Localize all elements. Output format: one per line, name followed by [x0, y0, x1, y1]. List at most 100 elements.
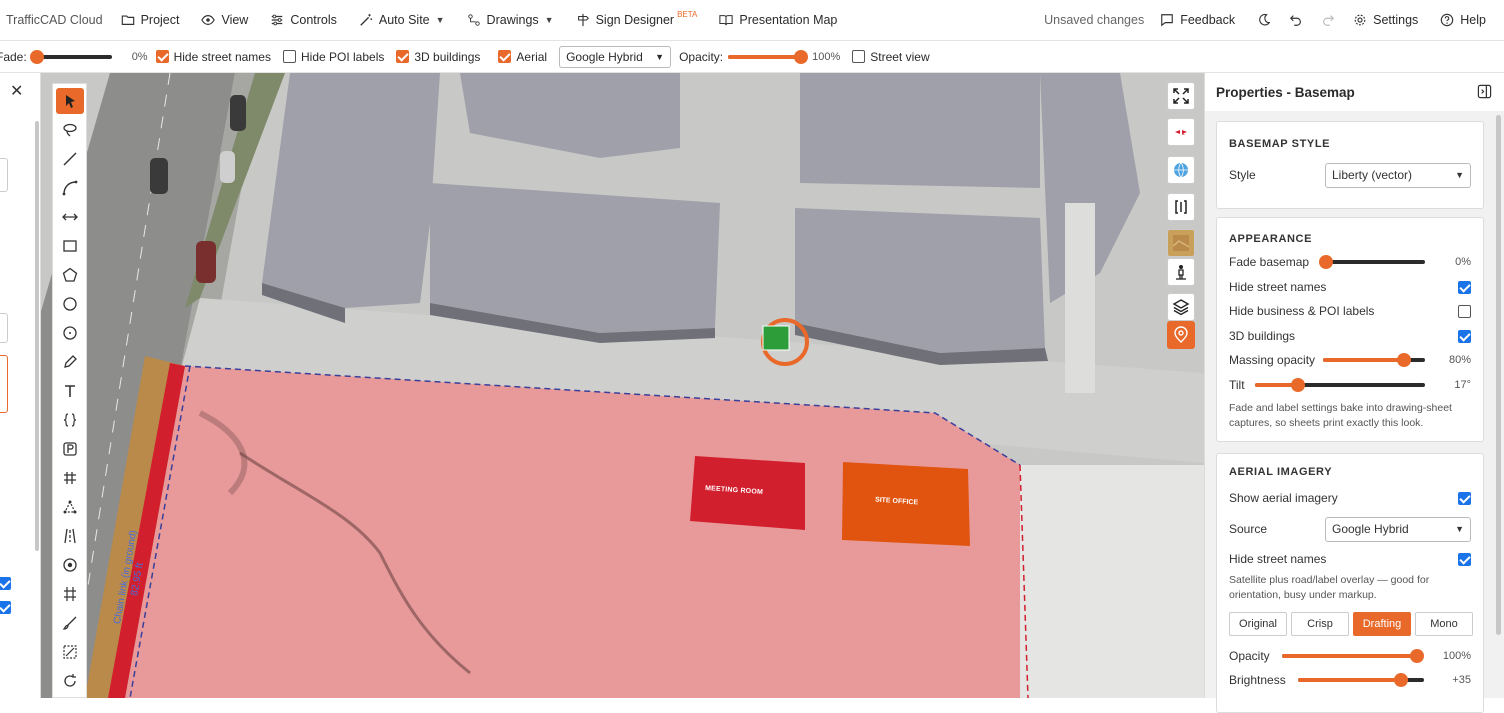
massing-opacity-knob[interactable]	[1397, 353, 1412, 367]
arc-tool[interactable]	[56, 175, 84, 201]
aerial-map-image[interactable]	[0, 73, 1204, 698]
drawing-toolbar	[52, 83, 87, 698]
rotate-tool[interactable]	[56, 668, 84, 694]
settings-label: Settings	[1373, 13, 1419, 27]
menu-presentation-map[interactable]: Presentation Map	[719, 13, 837, 27]
feedback-button[interactable]: Feedback	[1160, 13, 1235, 27]
brush-tool[interactable]	[56, 610, 84, 636]
vertex-tool[interactable]	[56, 494, 84, 520]
brightness-slider[interactable]	[1297, 673, 1424, 687]
opacity-slider-knob[interactable]	[794, 49, 809, 64]
fade-basemap-knob[interactable]	[1319, 255, 1334, 269]
brightness-knob[interactable]	[1393, 673, 1408, 687]
help-button[interactable]: Help	[1440, 13, 1486, 27]
menu-view[interactable]: View	[201, 13, 248, 27]
split-view-button[interactable]	[1167, 193, 1195, 221]
text-tool[interactable]	[56, 378, 84, 404]
menu-drawings[interactable]: Drawings ▼	[467, 13, 554, 27]
pentagon-icon	[62, 267, 78, 282]
aerial-opacity-knob[interactable]	[1409, 649, 1424, 663]
street-view-button[interactable]	[1167, 258, 1195, 286]
aerial-opacity-row: Opacity 100%	[1229, 649, 1471, 663]
hide-poi-row: Hide business & POI labels	[1229, 304, 1471, 318]
show-aerial-checkbox[interactable]	[1458, 491, 1471, 505]
variable-tool[interactable]	[56, 407, 84, 433]
track-tool[interactable]	[56, 581, 84, 607]
checkbox-box[interactable]	[498, 50, 512, 63]
3d-buildings-checkbox[interactable]	[1458, 329, 1471, 343]
preset-mono[interactable]: Mono	[1415, 612, 1473, 636]
preset-crisp[interactable]: Crisp	[1291, 612, 1349, 636]
checkbox-box[interactable]	[282, 50, 296, 63]
target-tool[interactable]	[56, 552, 84, 578]
aerial-checkbox[interactable]: Aerial	[498, 50, 547, 64]
layers-button[interactable]	[1167, 293, 1195, 321]
opacity-slider-fill	[728, 54, 805, 59]
show-aerial-label: Show aerial imagery	[1229, 491, 1338, 505]
sign-p-icon	[63, 442, 77, 456]
checkbox-box[interactable]	[396, 50, 410, 63]
menu-sign-designer-label: Sign Designer	[595, 13, 675, 27]
location-button[interactable]	[1167, 321, 1195, 349]
hatch-tool[interactable]	[56, 465, 84, 491]
sign-tool[interactable]	[56, 436, 84, 462]
style-select[interactable]: Liberty (vector) ▼	[1325, 162, 1471, 188]
3d-buildings-checkbox[interactable]: 3D buildings	[396, 50, 480, 64]
polygon-tool[interactable]	[56, 262, 84, 288]
preset-original[interactable]: Original	[1229, 612, 1287, 636]
menu-controls[interactable]: Controls	[270, 13, 337, 27]
aerial-source-select[interactable]: Google Hybrid ▼	[559, 45, 672, 68]
left-panel-scrollbar[interactable]	[35, 121, 39, 551]
pencil-tool[interactable]	[56, 349, 84, 375]
opacity-slider[interactable]	[728, 49, 809, 64]
dimension-tool[interactable]	[56, 204, 84, 230]
properties-title: Properties - Basemap	[1216, 84, 1355, 100]
hide-street-names-checkbox[interactable]: Hide street names	[155, 50, 271, 64]
close-icon[interactable]: ✕	[10, 81, 23, 101]
checkbox-box[interactable]	[852, 50, 866, 63]
rectangle-tool[interactable]	[56, 233, 84, 259]
settings-button[interactable]: Settings	[1353, 13, 1418, 27]
checkbox-box[interactable]	[0, 601, 11, 614]
menu-auto-site[interactable]: Auto Site ▼	[359, 13, 445, 27]
tilt-knob[interactable]	[1290, 378, 1305, 392]
aerial-source-select[interactable]: Google Hybrid ▼	[1325, 516, 1471, 542]
compass-button[interactable]: z	[1167, 118, 1195, 146]
menu-project[interactable]: Project	[121, 13, 179, 27]
lasso-tool[interactable]	[56, 117, 84, 143]
ellipse-tool[interactable]	[56, 320, 84, 346]
collapse-panel-icon[interactable]	[1477, 84, 1492, 99]
preset-drafting[interactable]: Drafting	[1353, 612, 1411, 636]
dark-mode-button[interactable]	[1257, 13, 1271, 27]
aerial-hide-street-checkbox[interactable]	[1458, 552, 1471, 566]
hide-street-names-checkbox[interactable]	[1458, 280, 1471, 294]
street-view-checkbox[interactable]: Street view	[852, 50, 930, 64]
fade-basemap-slider[interactable]	[1319, 255, 1426, 269]
undo-button[interactable]	[1289, 13, 1303, 27]
fade-slider[interactable]	[29, 49, 112, 64]
nodes-icon	[467, 14, 480, 26]
fade-slider-knob[interactable]	[29, 49, 44, 64]
tilt-slider[interactable]	[1254, 378, 1425, 392]
circle-tool[interactable]	[56, 291, 84, 317]
menu-sign-designer[interactable]: Sign Designer BETA	[576, 10, 697, 27]
checkbox-box[interactable]	[155, 50, 169, 63]
left-panel-field[interactable]	[0, 158, 8, 192]
line-tool[interactable]	[56, 146, 84, 172]
globe-button[interactable]	[1167, 156, 1195, 184]
map-canvas[interactable]: MEETING ROOM SITE OFFICE Chain link (in …	[0, 73, 1204, 698]
hide-poi-labels-checkbox[interactable]: Hide POI labels	[282, 50, 384, 64]
checkbox-box[interactable]	[0, 577, 11, 590]
road-tool[interactable]	[56, 523, 84, 549]
massing-opacity-slider[interactable]	[1323, 353, 1426, 367]
redo-button[interactable]	[1321, 13, 1335, 27]
fullscreen-button[interactable]	[1167, 82, 1195, 110]
hide-poi-checkbox[interactable]	[1458, 304, 1471, 318]
aerial-opacity-slider[interactable]	[1281, 649, 1424, 663]
basemap-thumbnail-button[interactable]	[1167, 229, 1195, 257]
left-panel-field[interactable]	[0, 313, 8, 343]
properties-scrollbar[interactable]	[1496, 115, 1501, 635]
left-panel-field[interactable]	[0, 355, 8, 413]
area-select-tool[interactable]	[56, 639, 84, 665]
select-tool[interactable]	[56, 88, 84, 114]
